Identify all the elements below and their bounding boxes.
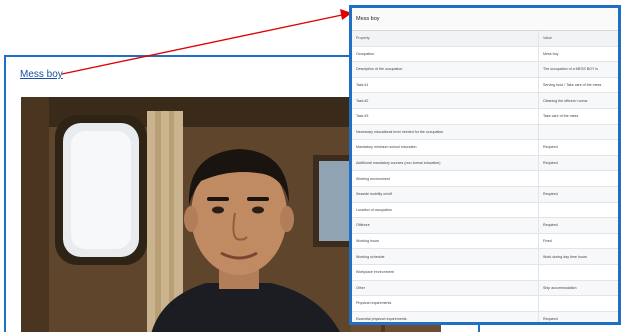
value-cell: Ship accommodation [538,280,618,297]
value-cell [538,202,618,219]
property-cell: Necessary educational level needed for t… [352,124,539,141]
property-cell: Additional mandatory courses (non-formal… [352,155,539,172]
table-row: Working environment [352,170,618,187]
column-header-value: Value [538,31,618,47]
property-cell: Other [352,280,539,297]
table-row: Other Ship accommodation [352,280,618,297]
property-cell: Workplace environment [352,264,539,281]
table-row: Description of the occupation The occupat… [352,61,618,78]
value-cell: Mess boy [538,46,618,63]
table-row: Physical requirements [352,295,618,312]
table-row: Additional mandatory courses (non-formal… [352,155,618,172]
property-cell: Task #2 [352,92,539,109]
property-cell: Location of occupation [352,202,539,219]
table-row: Mandatory minimum school education Requir… [352,139,618,156]
table-row: Seaside mobility on/off Required [352,186,618,203]
table-row: Working schedule Work during day time hou… [352,248,618,265]
property-cell: Task #3 [352,108,539,125]
value-cell: Required [538,217,618,234]
value-cell: Required [538,186,618,203]
mess-boy-link[interactable]: Mess boy [20,69,63,80]
property-cell: Working environment [352,170,539,187]
property-cell: Working hours [352,233,539,250]
table-row: Working hours Fixed [352,233,618,250]
property-cell: Working schedule [352,248,539,265]
property-cell: Description of the occupation [352,61,539,78]
table-row: Essential physical requirements Required [352,311,618,322]
property-cell: Task #1 [352,77,539,94]
value-cell: The occupation of a MESS BOY is [538,61,618,78]
value-cell [538,170,618,187]
value-cell: Cleaning the officers' rooms [538,92,618,109]
property-cell: Mandatory minimum school education [352,139,539,156]
table-row: Necessary educational level needed for t… [352,124,618,141]
value-cell [538,264,618,281]
value-cell: Required [538,139,618,156]
value-cell: Fixed [538,233,618,250]
column-header-property: Property [352,31,539,47]
value-cell: Serving food / Take care of the mess [538,77,618,94]
property-cell: Occupation [352,46,539,63]
property-table: Property Value Occupation Mess boy Descrip… [352,31,618,322]
value-cell [538,295,618,312]
property-cell: Seaside mobility on/off [352,186,539,203]
property-cell: Essential physical requirements [352,311,539,322]
property-cell: Offshore [352,217,539,234]
detail-panel: Mess boy Property Value Occupation Mess b… [349,5,621,325]
value-cell: Required [538,155,618,172]
table-row: Task #2 Cleaning the officers' rooms [352,92,618,109]
value-cell: Work during day time hours [538,248,618,265]
table-header-row: Property Value [352,31,618,47]
panel-title: Mess boy [352,8,618,31]
value-cell [538,124,618,141]
table-row: Task #3 Take care of the mess [352,108,618,125]
value-cell: Take care of the mess [538,108,618,125]
table-row: Offshore Required [352,217,618,234]
value-cell: Required [538,311,618,322]
table-row: Workplace environment [352,264,618,281]
table-row: Occupation Mess boy [352,46,618,63]
property-cell: Physical requirements [352,295,539,312]
table-row: Task #1 Serving food / Take care of the m… [352,77,618,94]
table-row: Location of occupation [352,202,618,219]
